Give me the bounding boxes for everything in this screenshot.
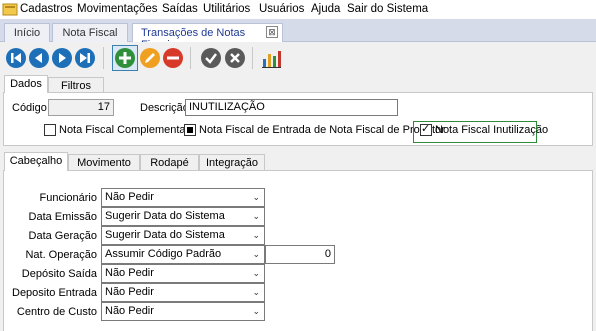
previous-icon: [29, 48, 49, 68]
chevron-down-icon: ⌄: [252, 230, 260, 240]
tab-filtros-label: Filtros: [61, 80, 91, 92]
toolbar: [0, 42, 596, 74]
delete-record-button[interactable]: [162, 47, 184, 69]
funcionario-select[interactable]: Não Pedir ⌄: [101, 188, 265, 207]
last-record-button[interactable]: [74, 47, 96, 69]
data-emissao-label: Data Emissão: [28, 211, 97, 223]
nf-complementar-label: Nota Fiscal Complementar: [59, 124, 190, 136]
nf-inutilizacao-checkbox[interactable]: ✓: [420, 123, 432, 136]
delete-icon: [163, 48, 183, 68]
confirm-button[interactable]: [200, 47, 222, 69]
menu-utilitarios[interactable]: Utilitários: [203, 3, 250, 15]
deposito-entrada-value: Não Pedir: [105, 286, 154, 298]
add-icon: [115, 48, 135, 68]
menu-bar: Cadastros Movimentações Saídas Utilitári…: [0, 0, 596, 19]
menu-cadastros[interactable]: Cadastros: [20, 3, 72, 15]
funcionario-label: Funcionário: [39, 192, 97, 204]
chevron-down-icon: ⌄: [252, 268, 260, 278]
menu-ajuda[interactable]: Ajuda: [311, 3, 340, 15]
cancel-icon: [225, 48, 245, 68]
centro-custo-label: Centro de Custo: [16, 306, 97, 318]
tab-cabecalho-label: Cabeçalho: [9, 155, 63, 167]
previous-record-button[interactable]: [28, 47, 50, 69]
last-icon: [75, 48, 95, 68]
deposito-entrada-select[interactable]: Não Pedir ⌄: [101, 283, 265, 302]
close-tab-icon[interactable]: ⊠: [266, 26, 278, 38]
tab-rodape[interactable]: Rodapé: [140, 154, 199, 171]
nat-operacao-value: Assumir Código Padrão: [105, 248, 222, 260]
data-emissao-value: Sugerir Data do Sistema: [105, 210, 225, 222]
nf-entrada-produtor-checkbox[interactable]: [184, 124, 196, 136]
confirm-icon: [201, 48, 221, 68]
menu-movimentacoes[interactable]: Movimentações: [77, 3, 158, 15]
codigo-label: Código: [12, 102, 47, 114]
menu-sair-do-sistema[interactable]: Sair do Sistema: [347, 3, 428, 15]
data-geracao-select[interactable]: Sugerir Data do Sistema ⌄: [101, 226, 265, 245]
menu-usuarios[interactable]: Usuários: [259, 3, 304, 15]
first-icon: [6, 48, 26, 68]
app-logo-icon: [2, 3, 18, 16]
deposito-entrada-label: Deposito Entrada: [12, 287, 97, 299]
tab-cabecalho[interactable]: Cabeçalho: [4, 152, 68, 171]
tab-nota-fiscal-label: Nota Fiscal: [62, 27, 118, 39]
nat-operacao-select[interactable]: Assumir Código Padrão ⌄: [101, 245, 265, 264]
toolbar-separator: [190, 47, 191, 69]
toolbar-separator: [103, 47, 104, 69]
nat-operacao-code-field[interactable]: 0: [265, 245, 335, 264]
checkmark-icon: ✓: [421, 123, 431, 135]
chevron-down-icon: ⌄: [252, 211, 260, 221]
codigo-field[interactable]: 17: [48, 99, 114, 116]
tab-nota-fiscal[interactable]: Nota Fiscal: [52, 23, 128, 42]
descricao-label: Descrição: [140, 102, 189, 114]
centro-custo-value: Não Pedir: [105, 305, 154, 317]
deposito-saida-label: Depósito Saída: [21, 268, 97, 280]
nf-entrada-produtor-label: Nota Fiscal de Entrada de Nota Fiscal de…: [199, 124, 445, 136]
document-tab-bar: Início Nota Fiscal Transações de Notas F…: [0, 19, 596, 51]
toolbar-separator: [252, 47, 253, 69]
nf-complementar-checkbox[interactable]: [44, 124, 56, 136]
tab-movimento[interactable]: Movimento: [68, 154, 140, 171]
tab-transacoes[interactable]: Transações de Notas Fiscais ⊠: [132, 23, 283, 51]
cancel-button[interactable]: [224, 47, 246, 69]
tab-integracao[interactable]: Integração: [199, 154, 265, 171]
report-button[interactable]: [260, 47, 282, 69]
edit-record-button[interactable]: [139, 47, 161, 69]
next-icon: [52, 48, 72, 68]
centro-custo-select[interactable]: Não Pedir ⌄: [101, 302, 265, 321]
funcionario-value: Não Pedir: [105, 191, 154, 203]
deposito-saida-value: Não Pedir: [105, 267, 154, 279]
tab-integracao-label: Integração: [206, 157, 258, 169]
tab-inicio[interactable]: Início: [4, 23, 50, 42]
nat-operacao-label: Nat. Operação: [25, 249, 97, 261]
deposito-saida-select[interactable]: Não Pedir ⌄: [101, 264, 265, 283]
next-record-button[interactable]: [51, 47, 73, 69]
data-emissao-select[interactable]: Sugerir Data do Sistema ⌄: [101, 207, 265, 226]
edit-icon: [140, 48, 160, 68]
descricao-field[interactable]: INUTILIZAÇÃO: [185, 99, 398, 116]
tab-rodape-label: Rodapé: [150, 157, 189, 169]
chevron-down-icon: ⌄: [252, 287, 260, 297]
add-record-button[interactable]: [112, 45, 138, 71]
menu-saidas[interactable]: Saídas: [162, 3, 198, 15]
data-geracao-value: Sugerir Data do Sistema: [105, 229, 225, 241]
chevron-down-icon: ⌄: [252, 192, 260, 202]
tab-dados[interactable]: Dados: [4, 75, 48, 93]
nf-inutilizacao-label: Nota Fiscal Inutilização: [435, 124, 549, 136]
tab-dados-label: Dados: [10, 78, 42, 90]
data-geracao-label: Data Geração: [28, 230, 97, 242]
first-record-button[interactable]: [5, 47, 27, 69]
report-icon: [262, 51, 281, 68]
chevron-down-icon: ⌄: [252, 249, 260, 259]
chevron-down-icon: ⌄: [252, 306, 260, 316]
tab-inicio-label: Início: [13, 27, 41, 39]
tab-movimento-label: Movimento: [77, 157, 131, 169]
